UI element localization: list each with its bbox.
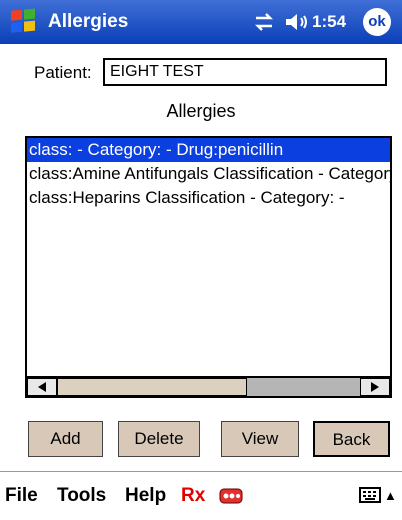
view-button[interactable]: View [221, 421, 299, 457]
patient-field[interactable]: EIGHT TEST [103, 58, 387, 86]
scroll-left-button[interactable] [27, 378, 57, 396]
speaker-icon[interactable] [284, 10, 310, 34]
connectivity-icon[interactable] [252, 10, 276, 34]
menu-rx[interactable]: Rx [181, 472, 205, 520]
list-item[interactable]: class:Amine Antifungals Classification -… [27, 162, 390, 186]
pills-icon[interactable] [219, 486, 243, 506]
title-bar: Allergies 1:54 ok [0, 0, 402, 44]
menu-file[interactable]: File [5, 472, 38, 520]
back-button[interactable]: Back [313, 421, 390, 457]
list-item[interactable]: class:Heparins Classification - Category… [27, 186, 390, 210]
add-button[interactable]: Add [28, 421, 103, 457]
keyboard-icon[interactable] [359, 486, 381, 504]
chevron-up-icon[interactable]: ▲ [384, 472, 397, 520]
menu-bar: File Tools Help Rx ▲ [0, 471, 402, 520]
list-item[interactable]: class: - Category: - Drug:penicillin [27, 138, 390, 162]
horizontal-scrollbar[interactable] [27, 376, 390, 396]
arrow-right-icon [371, 382, 379, 392]
allergies-list[interactable]: class: - Category: - Drug:penicillin cla… [25, 136, 392, 398]
app-title: Allergies [48, 11, 129, 32]
delete-button[interactable]: Delete [118, 421, 200, 457]
clock[interactable]: 1:54 [312, 0, 346, 44]
scroll-right-button[interactable] [360, 378, 390, 396]
ok-button[interactable]: ok [363, 8, 391, 36]
windows-flag-icon[interactable] [8, 7, 38, 37]
patient-label: Patient: [34, 63, 92, 82]
menu-tools[interactable]: Tools [57, 472, 106, 520]
arrow-left-icon [38, 382, 46, 392]
menu-help[interactable]: Help [125, 472, 166, 520]
scrollbar-thumb[interactable] [57, 378, 247, 396]
section-title: Allergies [166, 101, 236, 121]
